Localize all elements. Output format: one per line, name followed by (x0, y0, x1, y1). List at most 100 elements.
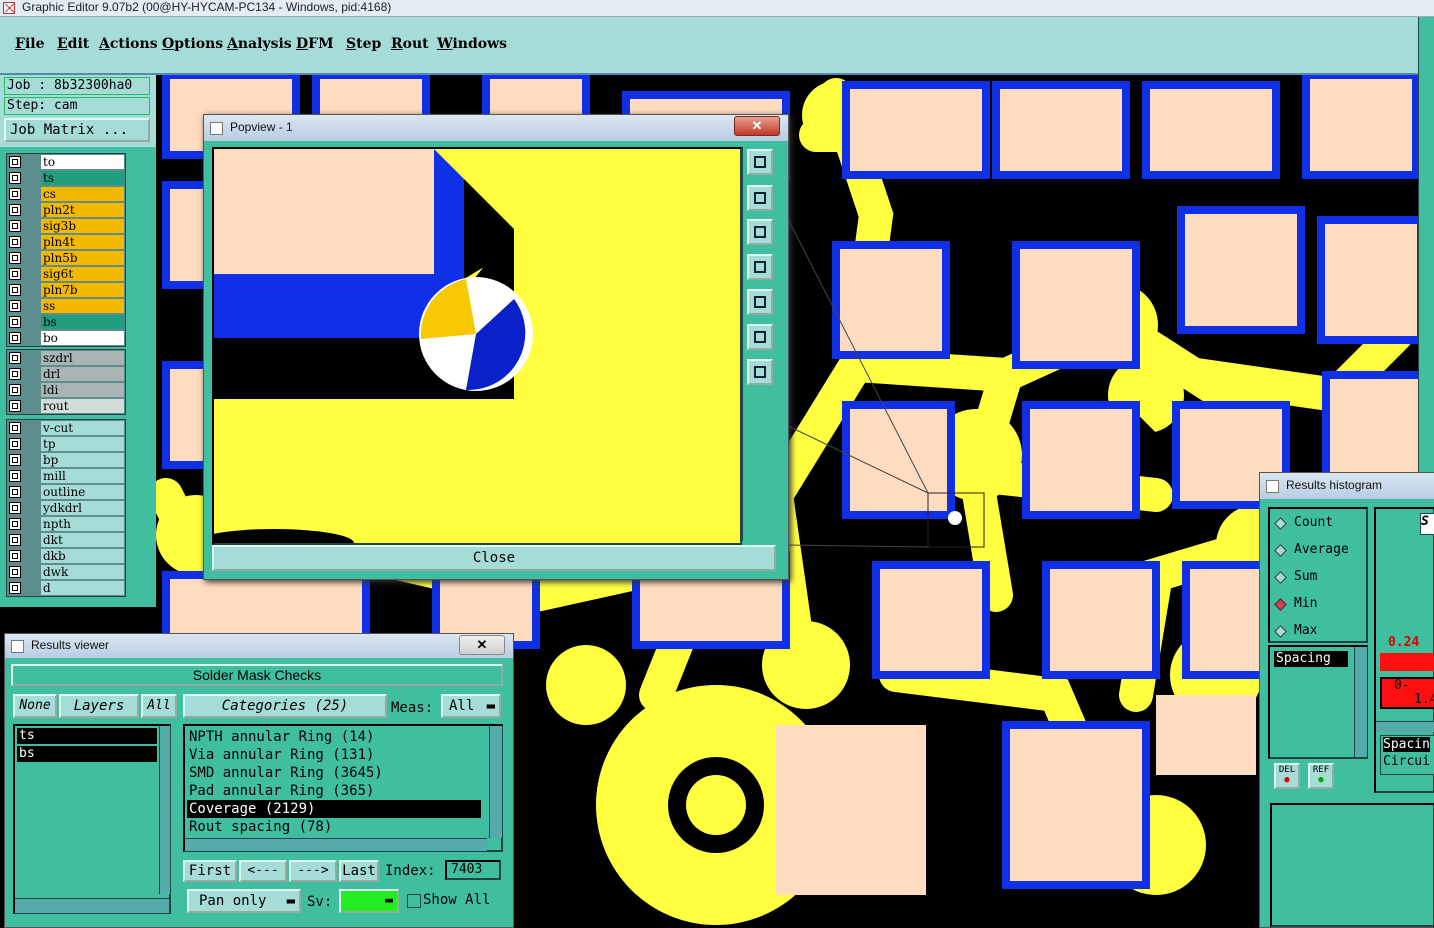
histogram-hscrollbar[interactable] (1376, 721, 1434, 732)
popview-close-button[interactable]: Close (212, 545, 776, 571)
menu-step[interactable]: Step (346, 36, 381, 52)
none-button[interactable]: None (13, 694, 57, 718)
layer-row-bp[interactable]: bp (7, 452, 125, 468)
popview-close-icon[interactable]: ✕ (734, 116, 780, 136)
layer-display-checkbox[interactable] (9, 486, 21, 498)
layer-display-checkbox[interactable] (9, 188, 21, 200)
layer-display-checkbox[interactable] (9, 204, 21, 216)
layer-name[interactable]: sig6t (41, 267, 124, 281)
layer-name[interactable]: bo (41, 331, 124, 345)
layer-name[interactable]: drl (41, 367, 124, 381)
categories-button[interactable]: Categories (25) (183, 694, 387, 718)
menu-options[interactable]: Options (162, 36, 223, 52)
layer-name[interactable]: mill (41, 469, 124, 483)
stat-count[interactable]: Count (1294, 515, 1333, 530)
category-item[interactable]: Via annular Ring (131) (187, 746, 481, 764)
layer-display-checkbox[interactable] (9, 518, 21, 530)
layer-display-checkbox[interactable] (9, 368, 21, 380)
layer-display-checkbox[interactable] (9, 236, 21, 248)
radio-selected-icon[interactable] (1274, 598, 1287, 611)
layer-name[interactable]: sig3b (41, 219, 124, 233)
layer-row-to[interactable]: to (7, 154, 125, 170)
layer-display-checkbox[interactable] (9, 352, 21, 364)
layer-name[interactable]: ts (41, 171, 124, 185)
layer-name[interactable]: to (41, 155, 124, 169)
layer-row-ts[interactable]: ts (7, 170, 125, 186)
layer-name[interactable]: tp (41, 437, 124, 451)
radio-icon[interactable] (1274, 625, 1287, 638)
menu-edit[interactable]: Edit (57, 36, 89, 52)
category-item[interactable]: Rout spacing (78) (187, 818, 481, 836)
layer-name[interactable]: npth (41, 517, 124, 531)
radio-icon[interactable] (1274, 544, 1287, 557)
pan-up-icon[interactable] (747, 185, 773, 211)
stat-average[interactable]: Average (1294, 542, 1349, 557)
layer-row-v-cut[interactable]: v-cut (7, 420, 125, 436)
categories-list[interactable]: NPTH annular Ring (14) Via annular Ring (… (183, 724, 503, 852)
measure-list-scrollbar[interactable] (1354, 647, 1367, 757)
layer-results-list[interactable]: ts bs (13, 724, 171, 914)
layer-row-szdrl[interactable]: szdrl (7, 350, 125, 366)
category-item[interactable]: NPTH annular Ring (14) (187, 728, 481, 746)
layer-display-checkbox[interactable] (9, 384, 21, 396)
layers-button[interactable]: Layers (59, 694, 139, 718)
results-viewer-close-icon[interactable]: ✕ (459, 635, 505, 655)
menu-actions[interactable]: Actions (99, 36, 158, 52)
sv-color-dropdown[interactable]: ▬ (339, 889, 399, 913)
layer-row-pln7b[interactable]: pln7b (7, 282, 125, 298)
layer-row-npth[interactable]: npth (7, 516, 125, 532)
next-button[interactable]: ---> (289, 860, 337, 882)
layer-name[interactable]: szdrl (41, 351, 124, 365)
index-input[interactable]: 7403 (445, 860, 501, 880)
zoom-fit-icon[interactable] (747, 324, 773, 350)
layer-display-checkbox[interactable] (9, 300, 21, 312)
layer-row-pln4t[interactable]: pln4t (7, 234, 125, 250)
layer-list-hscrollbar[interactable] (15, 898, 169, 913)
layer-row-cs[interactable]: cs (7, 186, 125, 202)
layer-row-dkb[interactable]: dkb (7, 548, 125, 564)
layer-row-sig6t[interactable]: sig6t (7, 266, 125, 282)
layer-row-drl[interactable]: drl (7, 366, 125, 382)
layer-name[interactable]: ldi (41, 383, 124, 397)
category-item[interactable]: SMD annular Ring (3645) (187, 764, 481, 782)
layer-name[interactable]: pln2t (41, 203, 124, 217)
layer-name[interactable]: dkb (41, 549, 124, 563)
menu-analysis[interactable]: Analysis (227, 36, 292, 52)
layer-display-checkbox[interactable] (9, 502, 21, 514)
layer-name[interactable]: dkt (41, 533, 124, 547)
layer-display-checkbox[interactable] (9, 582, 21, 594)
layer-name[interactable]: v-cut (41, 421, 124, 435)
layer-row-dwk[interactable]: dwk (7, 564, 125, 580)
layer-row-ss[interactable]: ss (7, 298, 125, 314)
layer-list-scrollbar[interactable] (159, 726, 170, 894)
layer-name[interactable]: bp (41, 453, 124, 467)
layer-display-checkbox[interactable] (9, 316, 21, 328)
category-item[interactable]: Pad annular Ring (365) (187, 782, 481, 800)
layer-row-pln5b[interactable]: pln5b (7, 250, 125, 266)
layer-display-checkbox[interactable] (9, 438, 21, 450)
layer-display-checkbox[interactable] (9, 268, 21, 280)
categories-hscrollbar[interactable] (185, 838, 487, 851)
stat-sum[interactable]: Sum (1294, 569, 1317, 584)
radio-icon[interactable] (1274, 571, 1287, 584)
layer-display-checkbox[interactable] (9, 422, 21, 434)
layer-row-sig3b[interactable]: sig3b (7, 218, 125, 234)
list-item[interactable]: Spacing (1274, 651, 1348, 667)
layer-row-ydkdrl[interactable]: ydkdrl (7, 500, 125, 516)
all-layers-button[interactable]: All (141, 694, 177, 718)
layer-name[interactable]: pln7b (41, 283, 124, 297)
list-item[interactable]: bs (17, 746, 157, 762)
pan-left-icon[interactable] (747, 254, 773, 280)
measure-list[interactable]: Spacing (1268, 645, 1368, 759)
layer-name[interactable]: cs (41, 187, 124, 201)
menu-dfm[interactable]: DFM (296, 36, 334, 52)
layer-name[interactable]: outline (41, 485, 124, 499)
pan-down-icon[interactable] (747, 219, 773, 245)
layer-display-checkbox[interactable] (9, 220, 21, 232)
zoom-in-icon[interactable] (747, 149, 773, 175)
layer-name[interactable]: bs (41, 315, 124, 329)
layer-row-ldi[interactable]: ldi (7, 382, 125, 398)
layer-display-checkbox[interactable] (9, 172, 21, 184)
layer-name[interactable]: ss (41, 299, 124, 313)
layer-row-pln2t[interactable]: pln2t (7, 202, 125, 218)
